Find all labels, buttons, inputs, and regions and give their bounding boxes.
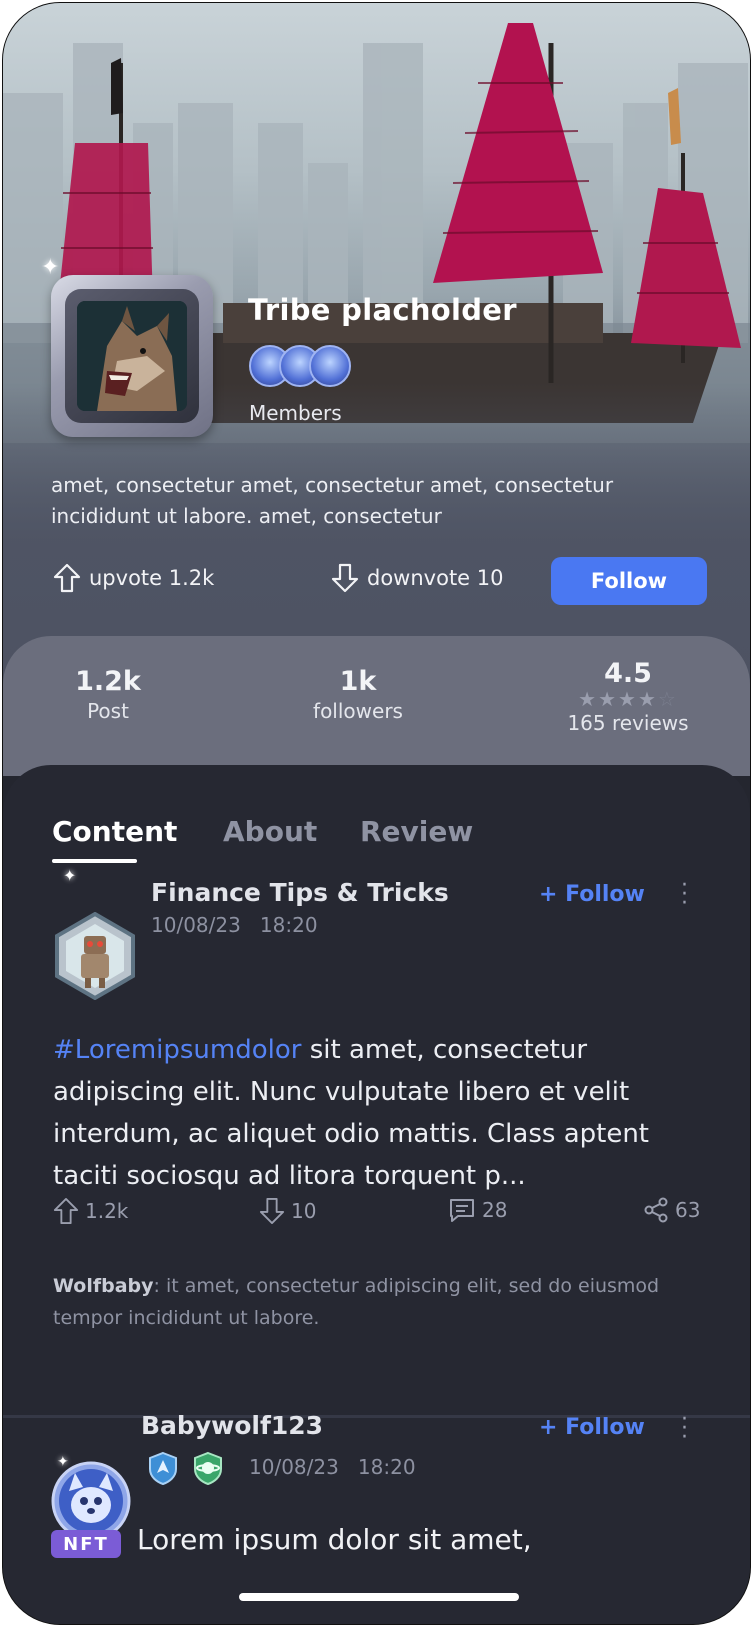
share-icon (644, 1197, 668, 1223)
home-indicator[interactable] (239, 1593, 519, 1601)
tribe-title: Tribe placholder (248, 293, 517, 327)
posts-label: Post (87, 699, 129, 723)
downvote-label: downvote 10 (367, 566, 504, 590)
follow-button[interactable]: Follow (551, 557, 707, 605)
arrow-down-icon (259, 1198, 285, 1224)
planet-badge-icon (194, 1451, 222, 1485)
post-text[interactable]: Lorem ipsum dolor sit amet, (137, 1523, 532, 1556)
post-date: 10/08/23 (249, 1455, 339, 1479)
post-timestamp: 10/08/23 18:20 (151, 913, 318, 937)
member-avatar (309, 345, 351, 387)
post-body[interactable]: #Loremipsumdolor sit amet, consectetur a… (53, 1029, 703, 1197)
tab-content[interactable]: Content (52, 815, 177, 848)
arrow-up-icon (53, 1198, 79, 1224)
followers-count: 1k (339, 666, 377, 697)
more-options-icon[interactable]: · · · (681, 875, 688, 915)
active-tab-indicator (52, 859, 137, 863)
members-label: Members (249, 401, 342, 425)
star-icon: ★ (618, 687, 638, 711)
stats-band: 1.2k Post 1k followers 4.5 ★★★★☆ 165 rev… (3, 636, 750, 776)
star-icon: ★ (578, 687, 599, 711)
comment-icon (450, 1199, 474, 1222)
upvote-count: 1.2k (85, 1199, 129, 1223)
sparkle-icon: ✦ (63, 866, 77, 885)
star-half-icon: ☆ (657, 687, 678, 711)
post-time: 18:20 (357, 1455, 416, 1479)
post-hashtag[interactable]: #Loremipsumdolor (53, 1035, 301, 1065)
stat-rating[interactable]: 4.5 ★★★★☆ 165 reviews (558, 658, 698, 735)
more-options-icon[interactable]: · · · (681, 1409, 688, 1449)
post-comments-button[interactable]: 28 (448, 1197, 507, 1223)
sparkle-icon: ✦ (57, 1454, 69, 1470)
tribe-description: amet, consectetur amet, consectetur amet… (51, 473, 614, 528)
post-title[interactable]: Finance Tips & Tricks (151, 878, 449, 907)
reviews-count: 165 reviews (567, 711, 689, 735)
upvote-button[interactable]: upvote 1.2k (53, 563, 214, 593)
post-timestamp: 10/08/23 18:20 (249, 1455, 416, 1479)
nft-tag: NFT (51, 1530, 121, 1558)
follow-author-button[interactable]: + Follow (539, 1415, 645, 1440)
posts-count: 1.2k (75, 666, 141, 697)
downvote-count: 10 (291, 1199, 317, 1223)
post-upvote-button[interactable]: 1.2k (53, 1197, 128, 1225)
upvote-label: upvote 1.2k (89, 566, 215, 590)
post-author-avatar[interactable] (51, 1461, 131, 1541)
comment-author[interactable]: Wolfbaby (53, 1275, 154, 1297)
content-panel: Content About Review ✦ Finance Tips & Tr… (3, 765, 750, 1624)
post-time: 18:20 (259, 913, 318, 937)
tab-about[interactable]: About (223, 815, 317, 848)
post-author-avatar[interactable] (51, 912, 139, 1000)
tribe-avatar[interactable] (51, 275, 213, 437)
downvote-button[interactable]: downvote 10 (331, 563, 504, 593)
sparkle-icon: ✦ (41, 255, 60, 280)
stat-posts[interactable]: 1.2k Post (53, 666, 163, 723)
shield-badge-icon (149, 1451, 177, 1485)
star-icon: ★ (637, 687, 658, 711)
post-date: 10/08/23 (151, 913, 241, 937)
post-downvote-button[interactable]: 10 (259, 1197, 316, 1225)
share-count: 63 (675, 1198, 701, 1222)
follow-author-button[interactable]: + Follow (539, 882, 645, 907)
arrow-up-icon (53, 563, 81, 593)
arrow-down-icon (331, 563, 359, 593)
wolf-avatar-image (77, 301, 187, 411)
phone-screen: ✦ Tribe placholder Members amet, consect… (2, 2, 751, 1625)
followers-label: followers (313, 699, 403, 723)
rating-stars: ★★★★☆ (558, 689, 698, 709)
post-title[interactable]: Babywolf123 (141, 1411, 323, 1440)
star-icon: ★ (598, 687, 619, 711)
rating-value: 4.5 (604, 658, 652, 689)
top-comment[interactable]: Wolfbaby: it amet, consectetur adipiscin… (53, 1270, 703, 1334)
tab-review[interactable]: Review (360, 815, 473, 848)
stat-followers[interactable]: 1k followers (293, 666, 423, 723)
post-share-button[interactable]: 63 (643, 1197, 700, 1223)
comment-count: 28 (482, 1198, 508, 1222)
